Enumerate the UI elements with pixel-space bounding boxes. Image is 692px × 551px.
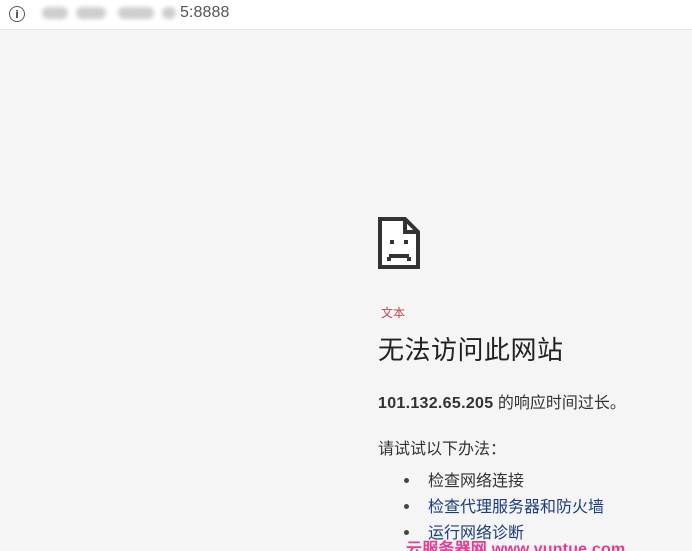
suggestion-label: 检查网络连接: [428, 473, 525, 490]
suggestion-list: 检查网络连接 检查代理服务器和防火墙 运行网络诊断: [403, 467, 604, 545]
suggestion-check-network: 检查网络连接: [403, 467, 604, 493]
info-icon[interactable]: i: [9, 6, 25, 22]
obscured-url-segment: [76, 7, 106, 19]
obscured-url-segment: [42, 7, 68, 19]
suggestion-link[interactable]: 检查代理服务器和防火墙: [428, 493, 604, 517]
sad-page-icon: [378, 217, 420, 269]
page-title: 无法访问此网站: [378, 335, 564, 365]
error-message: 101.132.65.205 的响应时间过长。: [378, 389, 626, 413]
try-suggestions-heading: 请试试以下办法：: [378, 441, 507, 458]
watermark: 云服务器网 www.yuntue.com: [406, 541, 626, 551]
browser-viewport: i 5:8888 文本 无法访问此网站 101.132.65.205 的响应时间…: [0, 0, 692, 551]
obscured-url-segment: [162, 7, 176, 19]
server-ip: 101.132.65.205: [378, 395, 494, 412]
error-message-suffix: 的响应时间过长。: [493, 395, 626, 412]
error-page: 文本 无法访问此网站 101.132.65.205 的响应时间过长。 请试试以下…: [0, 30, 692, 551]
address-bar[interactable]: i 5:8888: [0, 0, 692, 30]
url-text[interactable]: 5:8888: [42, 4, 230, 22]
error-code-label: 文本: [381, 306, 406, 320]
obscured-url-segment: [118, 7, 154, 19]
suggestion-check-proxy-firewall[interactable]: 检查代理服务器和防火墙: [403, 493, 604, 519]
visible-url-port: 5:8888: [180, 4, 230, 21]
